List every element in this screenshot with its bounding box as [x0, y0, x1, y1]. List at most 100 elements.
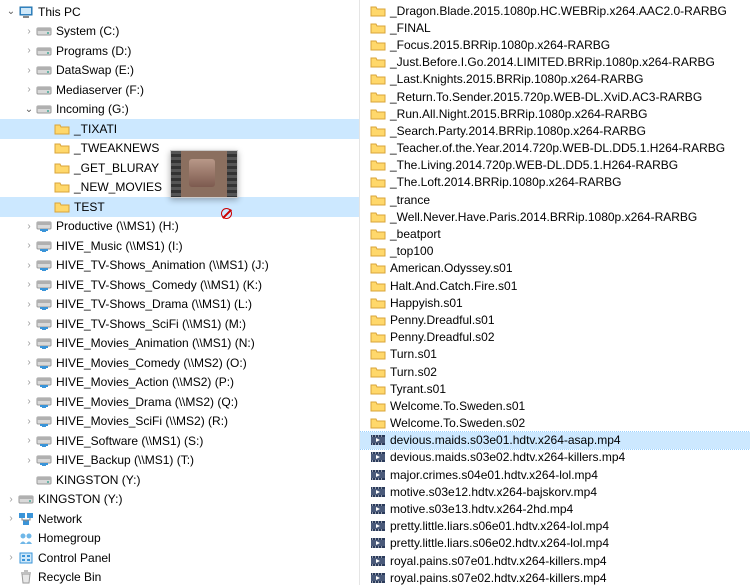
chevron-right-icon[interactable]: ›	[22, 260, 36, 271]
folder-icon	[370, 89, 386, 105]
tree-item[interactable]: › HIVE_Movies_Comedy (\\MS2) (O:)	[0, 353, 359, 373]
navigation-tree[interactable]: ⌄ This PC ›System (C:)›Programs (D:)›DataS…	[0, 0, 360, 585]
tree-item[interactable]: ›_TIXATI	[0, 119, 359, 139]
tree-item[interactable]: ›HIVE_Movies_Action (\\MS2) (P:)	[0, 373, 359, 393]
chevron-right-icon[interactable]: ›	[22, 338, 36, 349]
chevron-right-icon[interactable]: ›	[22, 221, 36, 232]
tree-item[interactable]: ›HIVE_TV-Shows_Comedy (\\MS1) (K:)	[0, 275, 359, 295]
video-icon	[370, 467, 386, 483]
tree-item[interactable]: ›HIVE_TV-Shows_Animation (\\MS1) (J:)	[0, 256, 359, 276]
tree-item[interactable]: ⌄Incoming (G:)	[0, 100, 359, 120]
netdrive-icon	[36, 257, 52, 273]
chevron-down-icon[interactable]: ⌄	[4, 6, 18, 17]
file-item[interactable]: Happyish.s01	[360, 294, 750, 311]
tree-item[interactable]: ›Control Panel	[0, 548, 359, 568]
chevron-right-icon[interactable]: ›	[22, 357, 36, 368]
tree-item[interactable]: ›HIVE_Movies_Drama (\\MS2) (Q:)	[0, 392, 359, 412]
tree-item[interactable]: ›HIVE_Software (\\MS1) (S:)	[0, 431, 359, 451]
chevron-right-icon[interactable]: ›	[22, 416, 36, 427]
tree-item[interactable]: ›DataSwap (E:)	[0, 61, 359, 81]
file-item[interactable]: major.crimes.s04e01.hdtv.x264-lol.mp4	[360, 466, 750, 483]
file-item[interactable]: Welcome.To.Sweden.s01	[360, 397, 750, 414]
video-icon	[370, 501, 386, 517]
netdrive-icon	[36, 316, 52, 332]
tree-item-label: This PC	[38, 5, 81, 19]
chevron-right-icon[interactable]: ›	[22, 84, 36, 95]
netdrive-icon	[36, 452, 52, 468]
chevron-right-icon[interactable]: ›	[22, 435, 36, 446]
folder-icon	[370, 3, 386, 19]
chevron-right-icon[interactable]: ›	[22, 45, 36, 56]
tree-item[interactable]: ›Productive (\\MS1) (H:)	[0, 217, 359, 237]
file-item[interactable]: royal.pains.s07e01.hdtv.x264-killers.mp4	[360, 552, 750, 569]
tree-item[interactable]: ›HIVE_Backup (\\MS1) (T:)	[0, 451, 359, 471]
file-item[interactable]: motive.s03e13.hdtv.x264-2hd.mp4	[360, 500, 750, 517]
tree-item[interactable]: ›Mediaserver (F:)	[0, 80, 359, 100]
file-item[interactable]: _Last.Knights.2015.BRRip.1080p.x264-RARB…	[360, 71, 750, 88]
file-item[interactable]: _beatport	[360, 225, 750, 242]
file-item[interactable]: Penny.Dreadful.s02	[360, 329, 750, 346]
tree-item[interactable]: ›Network	[0, 509, 359, 529]
file-item[interactable]: royal.pains.s07e02.hdtv.x264-killers.mp4	[360, 569, 750, 585]
chevron-right-icon[interactable]: ›	[22, 26, 36, 37]
tree-item[interactable]: ›TEST	[0, 197, 359, 217]
tree-item[interactable]: ›HIVE_TV-Shows_SciFi (\\MS1) (M:)	[0, 314, 359, 334]
file-item[interactable]: _The.Loft.2014.BRRip.1080p.x264-RARBG	[360, 174, 750, 191]
tree-item[interactable]: ›HIVE_Movies_Animation (\\MS1) (N:)	[0, 334, 359, 354]
file-item[interactable]: American.Odyssey.s01	[360, 260, 750, 277]
tree-item[interactable]: ›HIVE_Movies_SciFi (\\MS2) (R:)	[0, 412, 359, 432]
file-item[interactable]: _Well.Never.Have.Paris.2014.BRRip.1080p.…	[360, 208, 750, 225]
chevron-right-icon[interactable]: ›	[22, 396, 36, 407]
file-list[interactable]: _Dragon.Blade.2015.1080p.HC.WEBRip.x264.…	[360, 0, 750, 585]
file-item[interactable]: _trance	[360, 191, 750, 208]
chevron-right-icon[interactable]: ›	[4, 513, 18, 524]
file-item[interactable]: _FINAL	[360, 19, 750, 36]
file-item[interactable]: Penny.Dreadful.s01	[360, 311, 750, 328]
chevron-right-icon[interactable]: ›	[22, 299, 36, 310]
chevron-right-icon[interactable]: ›	[22, 65, 36, 76]
file-item[interactable]: _Search.Party.2014.BRRip.1080p.x264-RARB…	[360, 122, 750, 139]
video-icon	[370, 553, 386, 569]
file-item[interactable]: _Just.Before.I.Go.2014.LIMITED.BRRip.108…	[360, 54, 750, 71]
tree-item[interactable]: ⌄ This PC	[0, 2, 359, 22]
chevron-right-icon[interactable]: ›	[22, 240, 36, 251]
tree-item-label: TEST	[74, 200, 105, 214]
tree-item[interactable]: ›Homegroup	[0, 529, 359, 549]
file-item[interactable]: _Teacher.of.the.Year.2014.720p.WEB-DL.DD…	[360, 140, 750, 157]
tree-item[interactable]: ›HIVE_TV-Shows_Drama (\\MS1) (L:)	[0, 295, 359, 315]
file-item[interactable]: _top100	[360, 243, 750, 260]
tree-item[interactable]: ›System (C:)	[0, 22, 359, 42]
chevron-right-icon[interactable]: ›	[22, 279, 36, 290]
chevron-right-icon[interactable]: ›	[22, 455, 36, 466]
tree-item[interactable]: ›Recycle Bin	[0, 568, 359, 585]
chevron-right-icon[interactable]: ›	[4, 552, 18, 563]
file-item[interactable]: _The.Living.2014.720p.WEB-DL.DD5.1.H264-…	[360, 157, 750, 174]
file-item[interactable]: Halt.And.Catch.Fire.s01	[360, 277, 750, 294]
file-item[interactable]: _Return.To.Sender.2015.720p.WEB-DL.XviD.…	[360, 88, 750, 105]
chevron-right-icon[interactable]: ›	[22, 377, 36, 388]
file-item[interactable]: motive.s03e12.hdtv.x264-bajskorv.mp4	[360, 483, 750, 500]
folder-icon	[370, 260, 386, 276]
file-item[interactable]: pretty.little.liars.s06e01.hdtv.x264-lol…	[360, 518, 750, 535]
chevron-down-icon[interactable]: ⌄	[22, 104, 36, 115]
folder-icon	[370, 192, 386, 208]
file-item-label: Halt.And.Catch.Fire.s01	[390, 279, 517, 293]
file-item[interactable]: Tyrant.s01	[360, 380, 750, 397]
file-item[interactable]: Welcome.To.Sweden.s02	[360, 415, 750, 432]
tree-item[interactable]: ›HIVE_Music (\\MS1) (I:)	[0, 236, 359, 256]
file-item[interactable]: devious.maids.s03e01.hdtv.x264-asap.mp4	[360, 432, 750, 449]
drive-icon	[36, 23, 52, 39]
file-item[interactable]: _Run.All.Night.2015.BRRip.1080p.x264-RAR…	[360, 105, 750, 122]
chevron-right-icon[interactable]: ›	[22, 318, 36, 329]
chevron-right-icon[interactable]: ›	[4, 494, 18, 505]
tree-item[interactable]: ›KINGSTON (Y:)	[0, 470, 359, 490]
file-item[interactable]: _Dragon.Blade.2015.1080p.HC.WEBRip.x264.…	[360, 2, 750, 19]
tree-item[interactable]: ›KINGSTON (Y:)	[0, 490, 359, 510]
file-item[interactable]: pretty.little.liars.s06e02.hdtv.x264-lol…	[360, 535, 750, 552]
tree-item-label: HIVE_Movies_Comedy (\\MS2) (O:)	[56, 356, 247, 370]
tree-item[interactable]: ›Programs (D:)	[0, 41, 359, 61]
file-item[interactable]: Turn.s02	[360, 363, 750, 380]
file-item[interactable]: devious.maids.s03e02.hdtv.x264-killers.m…	[360, 449, 750, 466]
file-item[interactable]: _Focus.2015.BRRip.1080p.x264-RARBG	[360, 36, 750, 53]
file-item[interactable]: Turn.s01	[360, 346, 750, 363]
